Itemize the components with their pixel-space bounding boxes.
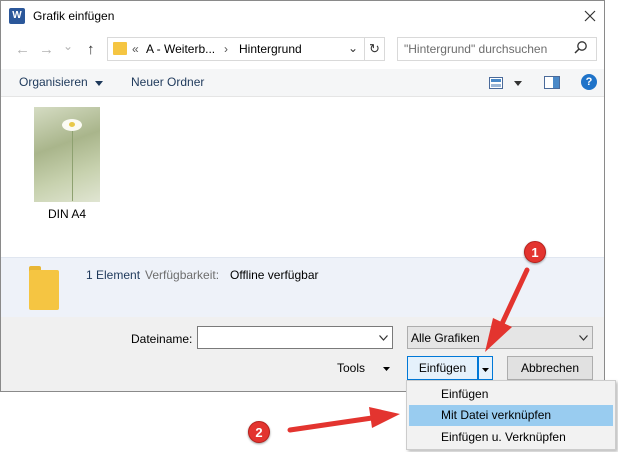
arrow-1: [485, 267, 530, 352]
step-badge-2: 2: [248, 421, 270, 443]
annotation-arrows: [287, 267, 530, 433]
arrow-2: [287, 407, 400, 433]
step-badge-1: 1: [524, 241, 546, 263]
